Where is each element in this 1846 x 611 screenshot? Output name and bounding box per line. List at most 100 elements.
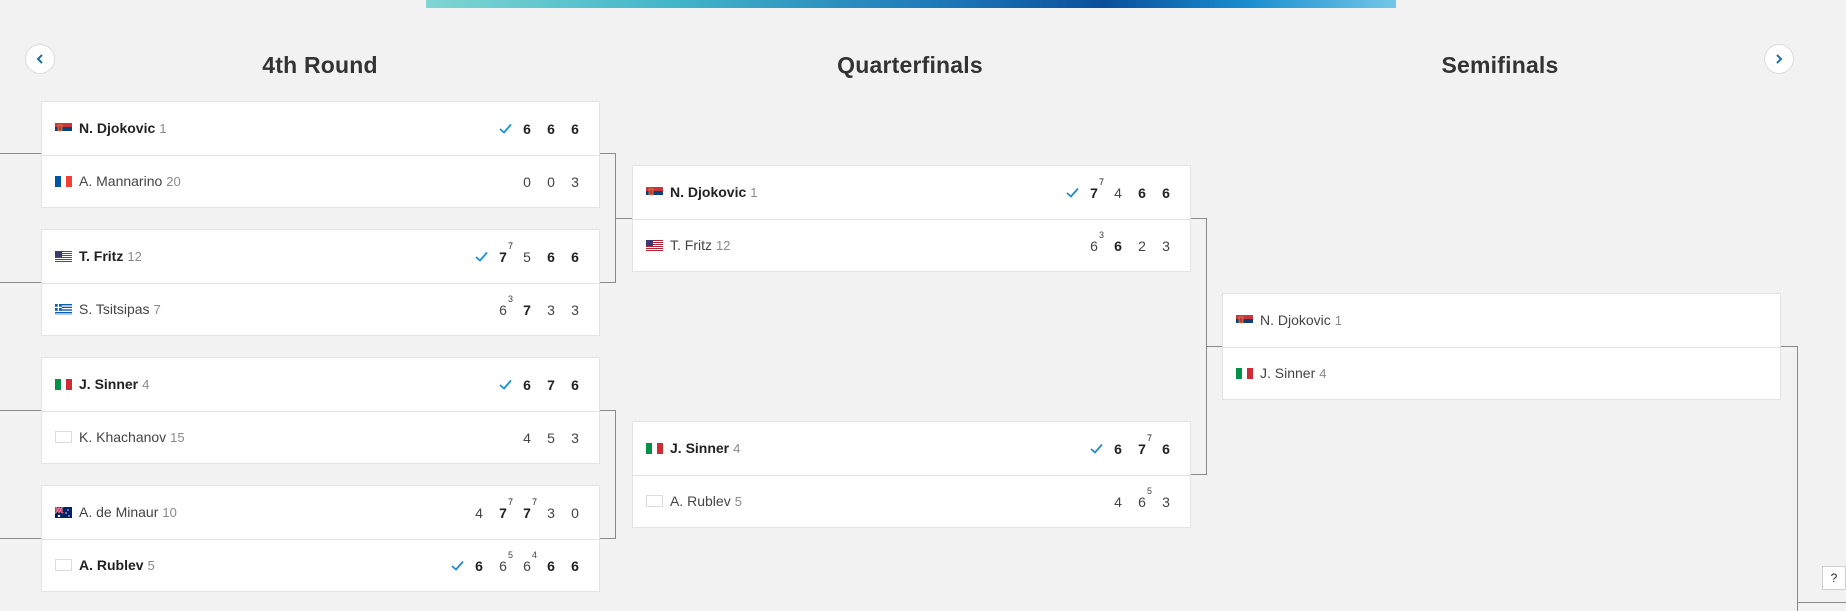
player-row[interactable]: A. Rublev 5 4 6 5 3 <box>633 475 1190 528</box>
player-row[interactable]: J. Sinner 4 6 7 6 <box>42 358 599 412</box>
player-row[interactable]: A. de Minaur 10 4 7 7 7 7 3 0 <box>42 486 599 540</box>
set-score-value: 4 <box>475 504 483 521</box>
empty-flag-icon <box>646 495 663 507</box>
player-name[interactable]: T. Fritz 12 <box>79 248 142 264</box>
player-seed: 1 <box>750 185 758 200</box>
winner-check <box>447 558 467 574</box>
player-row[interactable]: T. Fritz 12 6 3 6 2 3 <box>633 219 1190 272</box>
winner-check-icon <box>474 251 488 262</box>
winner-check-icon <box>498 123 512 134</box>
set-score: 3 <box>563 302 587 318</box>
player-name[interactable]: N. Djokovic 1 <box>79 120 166 136</box>
connector-line <box>600 410 616 411</box>
set-scores: 003 <box>515 155 587 208</box>
set-score: 3 <box>539 302 563 318</box>
set-score: 7 <box>539 377 563 393</box>
set-scores: 453 <box>515 411 587 464</box>
set-scores: 666 <box>495 102 587 155</box>
set-score: 3 <box>563 430 587 446</box>
set-score: 6 <box>563 558 587 574</box>
set-score: 63 <box>491 294 515 318</box>
serbia-flag-icon <box>646 186 663 198</box>
match-card[interactable]: J. Sinner 4 6 7 7 6 A. Rublev 5 4 6 5 3 <box>632 421 1191 528</box>
match-card[interactable]: N. Djokovic 1 7 7 4 6 6 T. Fritz 12 6 3 6 2 3 <box>632 165 1191 272</box>
set-score: 4 <box>515 430 539 446</box>
set-score-value: 5 <box>547 429 555 446</box>
player-seed: 4 <box>1319 366 1327 381</box>
set-score-value: 3 <box>547 301 555 318</box>
player-name-text: T. Fritz <box>79 248 124 264</box>
connector-line <box>1781 346 1798 347</box>
player-row[interactable]: A. Mannarino 20 0 0 3 <box>42 155 599 208</box>
player-name[interactable]: N. Djokovic 1 <box>1260 312 1342 328</box>
player-name[interactable]: A. Rublev 5 <box>670 493 742 509</box>
match-card[interactable]: A. de Minaur 10 4 7 7 7 7 3 0 A. Rublev 5 6 6 5 6 4 6 6 <box>41 485 600 592</box>
set-score-value: 3 <box>1162 493 1170 510</box>
help-button[interactable]: ? <box>1822 566 1846 590</box>
player-name-text: A. Mannarino <box>79 173 163 189</box>
player-name[interactable]: J. Sinner 4 <box>1260 365 1326 381</box>
player-row[interactable]: N. Djokovic 1 7 7 4 6 6 <box>633 166 1190 220</box>
set-scores: 676 <box>495 358 587 411</box>
player-row[interactable]: S. Tsitsipas 7 6 3 7 3 3 <box>42 283 599 336</box>
set-scores: 77566 <box>471 230 587 283</box>
player-row[interactable]: N. Djokovic 1 6 6 6 <box>42 102 599 156</box>
set-score: 6 <box>1106 441 1130 457</box>
usa-flag-icon <box>55 250 72 262</box>
set-scores: 4653 <box>1106 475 1178 528</box>
empty-flag-icon <box>55 431 72 443</box>
set-score-value: 0 <box>523 173 531 190</box>
winner-check <box>1086 441 1106 457</box>
player-row[interactable]: J. Sinner 4 <box>1223 347 1780 400</box>
set-score: 77 <box>491 241 515 265</box>
tiebreak-score: 3 <box>507 293 513 304</box>
set-scores: 63623 <box>1082 219 1178 272</box>
set-score-value: 6 <box>547 120 555 137</box>
set-score-value: 3 <box>571 301 579 318</box>
tiebreak-score: 7 <box>1098 176 1104 187</box>
winner-check <box>495 377 515 393</box>
player-row[interactable]: N. Djokovic 1 <box>1223 294 1780 348</box>
set-score-value: 6 <box>1162 440 1170 457</box>
player-name[interactable]: J. Sinner 4 <box>79 376 149 392</box>
player-row[interactable]: J. Sinner 4 6 7 7 6 <box>633 422 1190 476</box>
set-score-value: 6 <box>523 557 531 574</box>
set-score: 0 <box>563 505 587 521</box>
player-seed: 20 <box>166 174 181 189</box>
match-card[interactable]: J. Sinner 4 6 7 6 K. Khachanov 15 4 5 3 <box>41 357 600 464</box>
set-score: 6 <box>563 249 587 265</box>
set-score: 77 <box>1082 177 1106 201</box>
set-score-value: 3 <box>571 173 579 190</box>
set-score-value: 0 <box>571 504 579 521</box>
match-card[interactable]: N. Djokovic 1 6 6 6 A. Mannarino 20 0 0 3 <box>41 101 600 208</box>
player-name-text: J. Sinner <box>79 376 139 392</box>
player-seed: 1 <box>159 121 167 136</box>
match-card[interactable]: N. Djokovic 1 J. Sinner 4 <box>1222 293 1781 400</box>
player-name[interactable]: A. de Minaur 10 <box>79 504 177 520</box>
empty-flag-icon <box>55 559 72 571</box>
winner-check <box>471 249 491 265</box>
connector-line <box>600 282 616 283</box>
set-score: 6 <box>563 121 587 137</box>
player-name[interactable]: A. Rublev 5 <box>79 557 155 573</box>
connector-line <box>0 153 41 154</box>
player-name-text: J. Sinner <box>670 440 730 456</box>
player-row[interactable]: K. Khachanov 15 4 5 3 <box>42 411 599 464</box>
player-seed: 5 <box>147 558 155 573</box>
player-row[interactable]: A. Rublev 5 6 6 5 6 4 6 6 <box>42 539 599 592</box>
set-score-value: 6 <box>1114 440 1122 457</box>
set-score-value: 7 <box>547 376 555 393</box>
player-name[interactable]: J. Sinner 4 <box>670 440 740 456</box>
player-name[interactable]: K. Khachanov 15 <box>79 429 185 445</box>
connector-line <box>600 538 616 539</box>
player-name[interactable]: A. Mannarino 20 <box>79 173 181 189</box>
player-name[interactable]: S. Tsitsipas 7 <box>79 301 161 317</box>
player-name[interactable]: T. Fritz 12 <box>670 237 730 253</box>
player-name[interactable]: N. Djokovic 1 <box>670 184 757 200</box>
player-row[interactable]: T. Fritz 12 7 7 5 6 6 <box>42 230 599 284</box>
set-score-value: 6 <box>499 557 507 574</box>
player-name-text: J. Sinner <box>1260 365 1316 381</box>
match-card[interactable]: T. Fritz 12 7 7 5 6 6 S. Tsitsipas 7 6 3 7 3 3 <box>41 229 600 336</box>
set-scores: 6776 <box>1086 422 1178 475</box>
set-score: 3 <box>1154 494 1178 510</box>
